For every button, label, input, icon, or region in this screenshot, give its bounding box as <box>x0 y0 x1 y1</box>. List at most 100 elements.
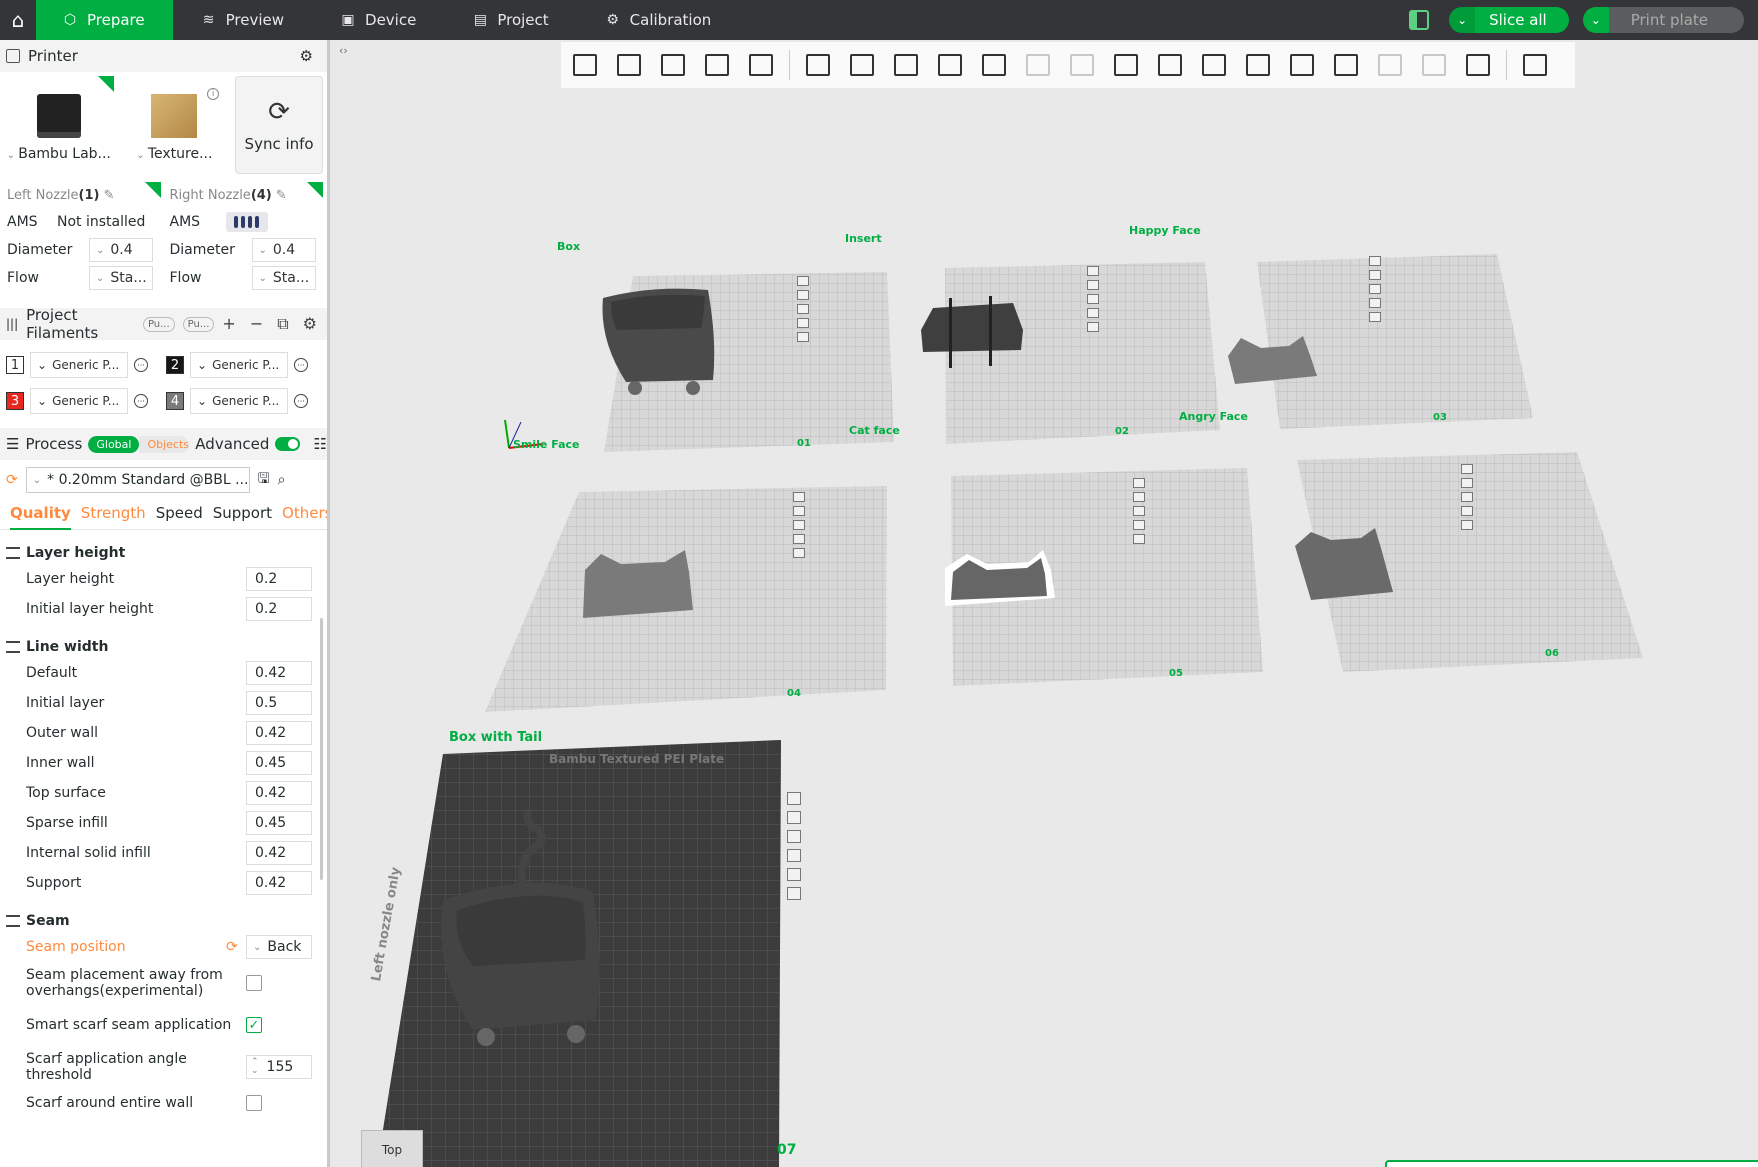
filament-item[interactable]: 1 ⌄ Generic P... ··· <box>6 352 166 378</box>
plate-menu-01[interactable] <box>797 276 809 342</box>
add-icon[interactable]: + <box>222 314 235 334</box>
tab-preview[interactable]: ≋ Preview <box>173 0 312 40</box>
panel-toggle-icon[interactable] <box>1409 10 1430 30</box>
scarf-entire-checkbox[interactable] <box>246 1095 262 1111</box>
tab-calibration[interactable]: ⚙ Calibration <box>577 0 740 40</box>
print-plate-button[interactable]: ⌄ Print plate <box>1582 7 1744 33</box>
plate-name-02[interactable]: Insert <box>845 232 882 245</box>
advanced-toggle[interactable] <box>275 437 300 451</box>
more-icon[interactable]: ··· <box>294 358 308 372</box>
tab-support[interactable]: Support <box>213 504 272 529</box>
search-icon[interactable]: ⌕ <box>278 472 286 488</box>
tab-prepare[interactable]: ⬡ Prepare <box>36 0 173 40</box>
remove-icon[interactable]: − <box>250 314 263 334</box>
plate-menu-03[interactable] <box>1369 256 1381 322</box>
filament-item[interactable]: 2 ⌄ Generic P... ··· <box>166 352 326 378</box>
plate-name-06[interactable]: Angry Face <box>1179 410 1248 423</box>
arrange-icon[interactable] <box>1133 492 1145 502</box>
tab-others[interactable]: Others <box>282 504 327 529</box>
plate-name-04[interactable]: Smile Face <box>513 438 580 451</box>
filament-color-swatch[interactable]: 3 <box>6 392 24 410</box>
layer-height-input[interactable]: 0.2 <box>246 567 312 591</box>
arrange-icon[interactable] <box>1369 270 1381 280</box>
plate-name-03[interactable]: Happy Face <box>1129 224 1201 237</box>
lock-icon[interactable] <box>1133 520 1145 530</box>
save-icon[interactable]: 🖫 <box>258 468 270 492</box>
sync-info-button[interactable]: ⟳ Sync info <box>235 76 323 174</box>
close-icon[interactable] <box>1133 478 1145 488</box>
edit-icon[interactable]: ✎ <box>104 188 115 203</box>
plate-menu-06[interactable] <box>1461 464 1473 530</box>
settings-icon[interactable] <box>797 332 809 342</box>
settings-icon[interactable] <box>1087 322 1099 332</box>
plate-name-07[interactable]: Box with Tail <box>449 730 542 745</box>
chevron-down-icon[interactable]: ⌄ <box>1582 7 1609 33</box>
more-icon[interactable]: ··· <box>294 394 308 408</box>
lock-icon[interactable] <box>1461 506 1473 516</box>
plate-menu-04[interactable] <box>793 492 805 558</box>
plate-menu-05[interactable] <box>1133 478 1145 544</box>
settings-icon[interactable] <box>787 868 801 881</box>
orient-icon[interactable] <box>1369 284 1381 294</box>
reset-icon[interactable]: ⟳ <box>6 472 18 488</box>
more-icon[interactable]: ··· <box>134 358 148 372</box>
printer-card[interactable]: ⌄ Bambu Lab... <box>4 76 114 172</box>
scrollbar[interactable] <box>320 618 323 880</box>
tab-project[interactable]: ▤ Project <box>444 0 576 40</box>
close-icon[interactable] <box>793 492 805 502</box>
line-width-default-input[interactable]: 0.42 <box>246 661 312 685</box>
settings-icon[interactable] <box>1461 520 1473 530</box>
orient-icon[interactable] <box>797 304 809 314</box>
arrange-icon[interactable] <box>787 811 801 824</box>
global-objects-switch[interactable]: Global Objects <box>88 435 190 453</box>
settings-icon[interactable] <box>793 548 805 558</box>
filament-color-swatch[interactable]: 2 <box>166 356 184 374</box>
seam-away-checkbox[interactable] <box>246 975 262 991</box>
orient-icon[interactable] <box>1087 294 1099 304</box>
list-icon[interactable]: ☷ <box>314 435 327 453</box>
arrange-icon[interactable] <box>793 506 805 516</box>
filament-item[interactable]: 4 ⌄ Generic P... ··· <box>166 388 326 414</box>
home-icon[interactable]: ⌂ <box>0 0 36 40</box>
orient-icon[interactable] <box>1133 506 1145 516</box>
plate-name-01[interactable]: Box <box>557 240 580 253</box>
scarf-angle-stepper[interactable]: ⌃ ⌄ 155 <box>246 1055 312 1079</box>
close-icon[interactable] <box>797 276 809 286</box>
line-width-top-input[interactable]: 0.42 <box>246 781 312 805</box>
sync-filament-icon[interactable]: ⧉ <box>277 314 288 334</box>
view-cube[interactable]: Top <box>361 1130 423 1167</box>
filament-color-swatch[interactable]: 1 <box>6 356 24 374</box>
reset-icon[interactable]: ⟳ <box>226 939 246 955</box>
lock-icon[interactable] <box>787 849 801 862</box>
settings-icon[interactable] <box>1369 312 1381 322</box>
close-icon[interactable] <box>1087 266 1099 276</box>
line-width-sparse-input[interactable]: 0.45 <box>246 811 312 835</box>
arrange-icon[interactable] <box>1461 478 1473 488</box>
close-icon[interactable] <box>787 792 801 805</box>
arrange-icon[interactable] <box>797 290 809 300</box>
filament-pill[interactable]: Pu... <box>142 316 175 332</box>
orient-icon[interactable] <box>787 830 801 843</box>
lock-icon[interactable] <box>1369 298 1381 308</box>
settings-icon[interactable] <box>1133 534 1145 544</box>
plate-card[interactable]: i ⌄ Texture... <box>120 76 230 172</box>
edit-icon[interactable]: ✎ <box>276 188 287 203</box>
tab-strength[interactable]: Strength <box>81 504 146 529</box>
left-diameter-select[interactable]: ⌄ 0.4 <box>89 238 153 262</box>
smart-scarf-checkbox[interactable]: ✓ <box>246 1017 262 1033</box>
line-width-inner-input[interactable]: 0.45 <box>246 751 312 775</box>
gear-icon[interactable]: ⚙ <box>300 47 313 65</box>
line-width-outer-input[interactable]: 0.42 <box>246 721 312 745</box>
lock-icon[interactable] <box>1087 308 1099 318</box>
tab-device[interactable]: ▣ Device <box>312 0 444 40</box>
line-width-support-input[interactable]: 0.42 <box>246 871 312 895</box>
more-icon[interactable]: ··· <box>134 394 148 408</box>
seam-position-select[interactable]: ⌄ Back <box>246 935 312 959</box>
stepper-icon[interactable]: ⌃ ⌄ <box>251 1058 259 1076</box>
3d-canvas[interactable]: ‹› Box 01 Insert 02 Happy Face 03 Smile … <box>333 40 1758 1167</box>
ams-icon[interactable] <box>225 212 268 232</box>
orient-icon[interactable] <box>793 520 805 530</box>
line-width-initial-input[interactable]: 0.5 <box>246 691 312 715</box>
filament-color-swatch[interactable]: 4 <box>166 392 184 410</box>
lock-icon[interactable] <box>793 534 805 544</box>
